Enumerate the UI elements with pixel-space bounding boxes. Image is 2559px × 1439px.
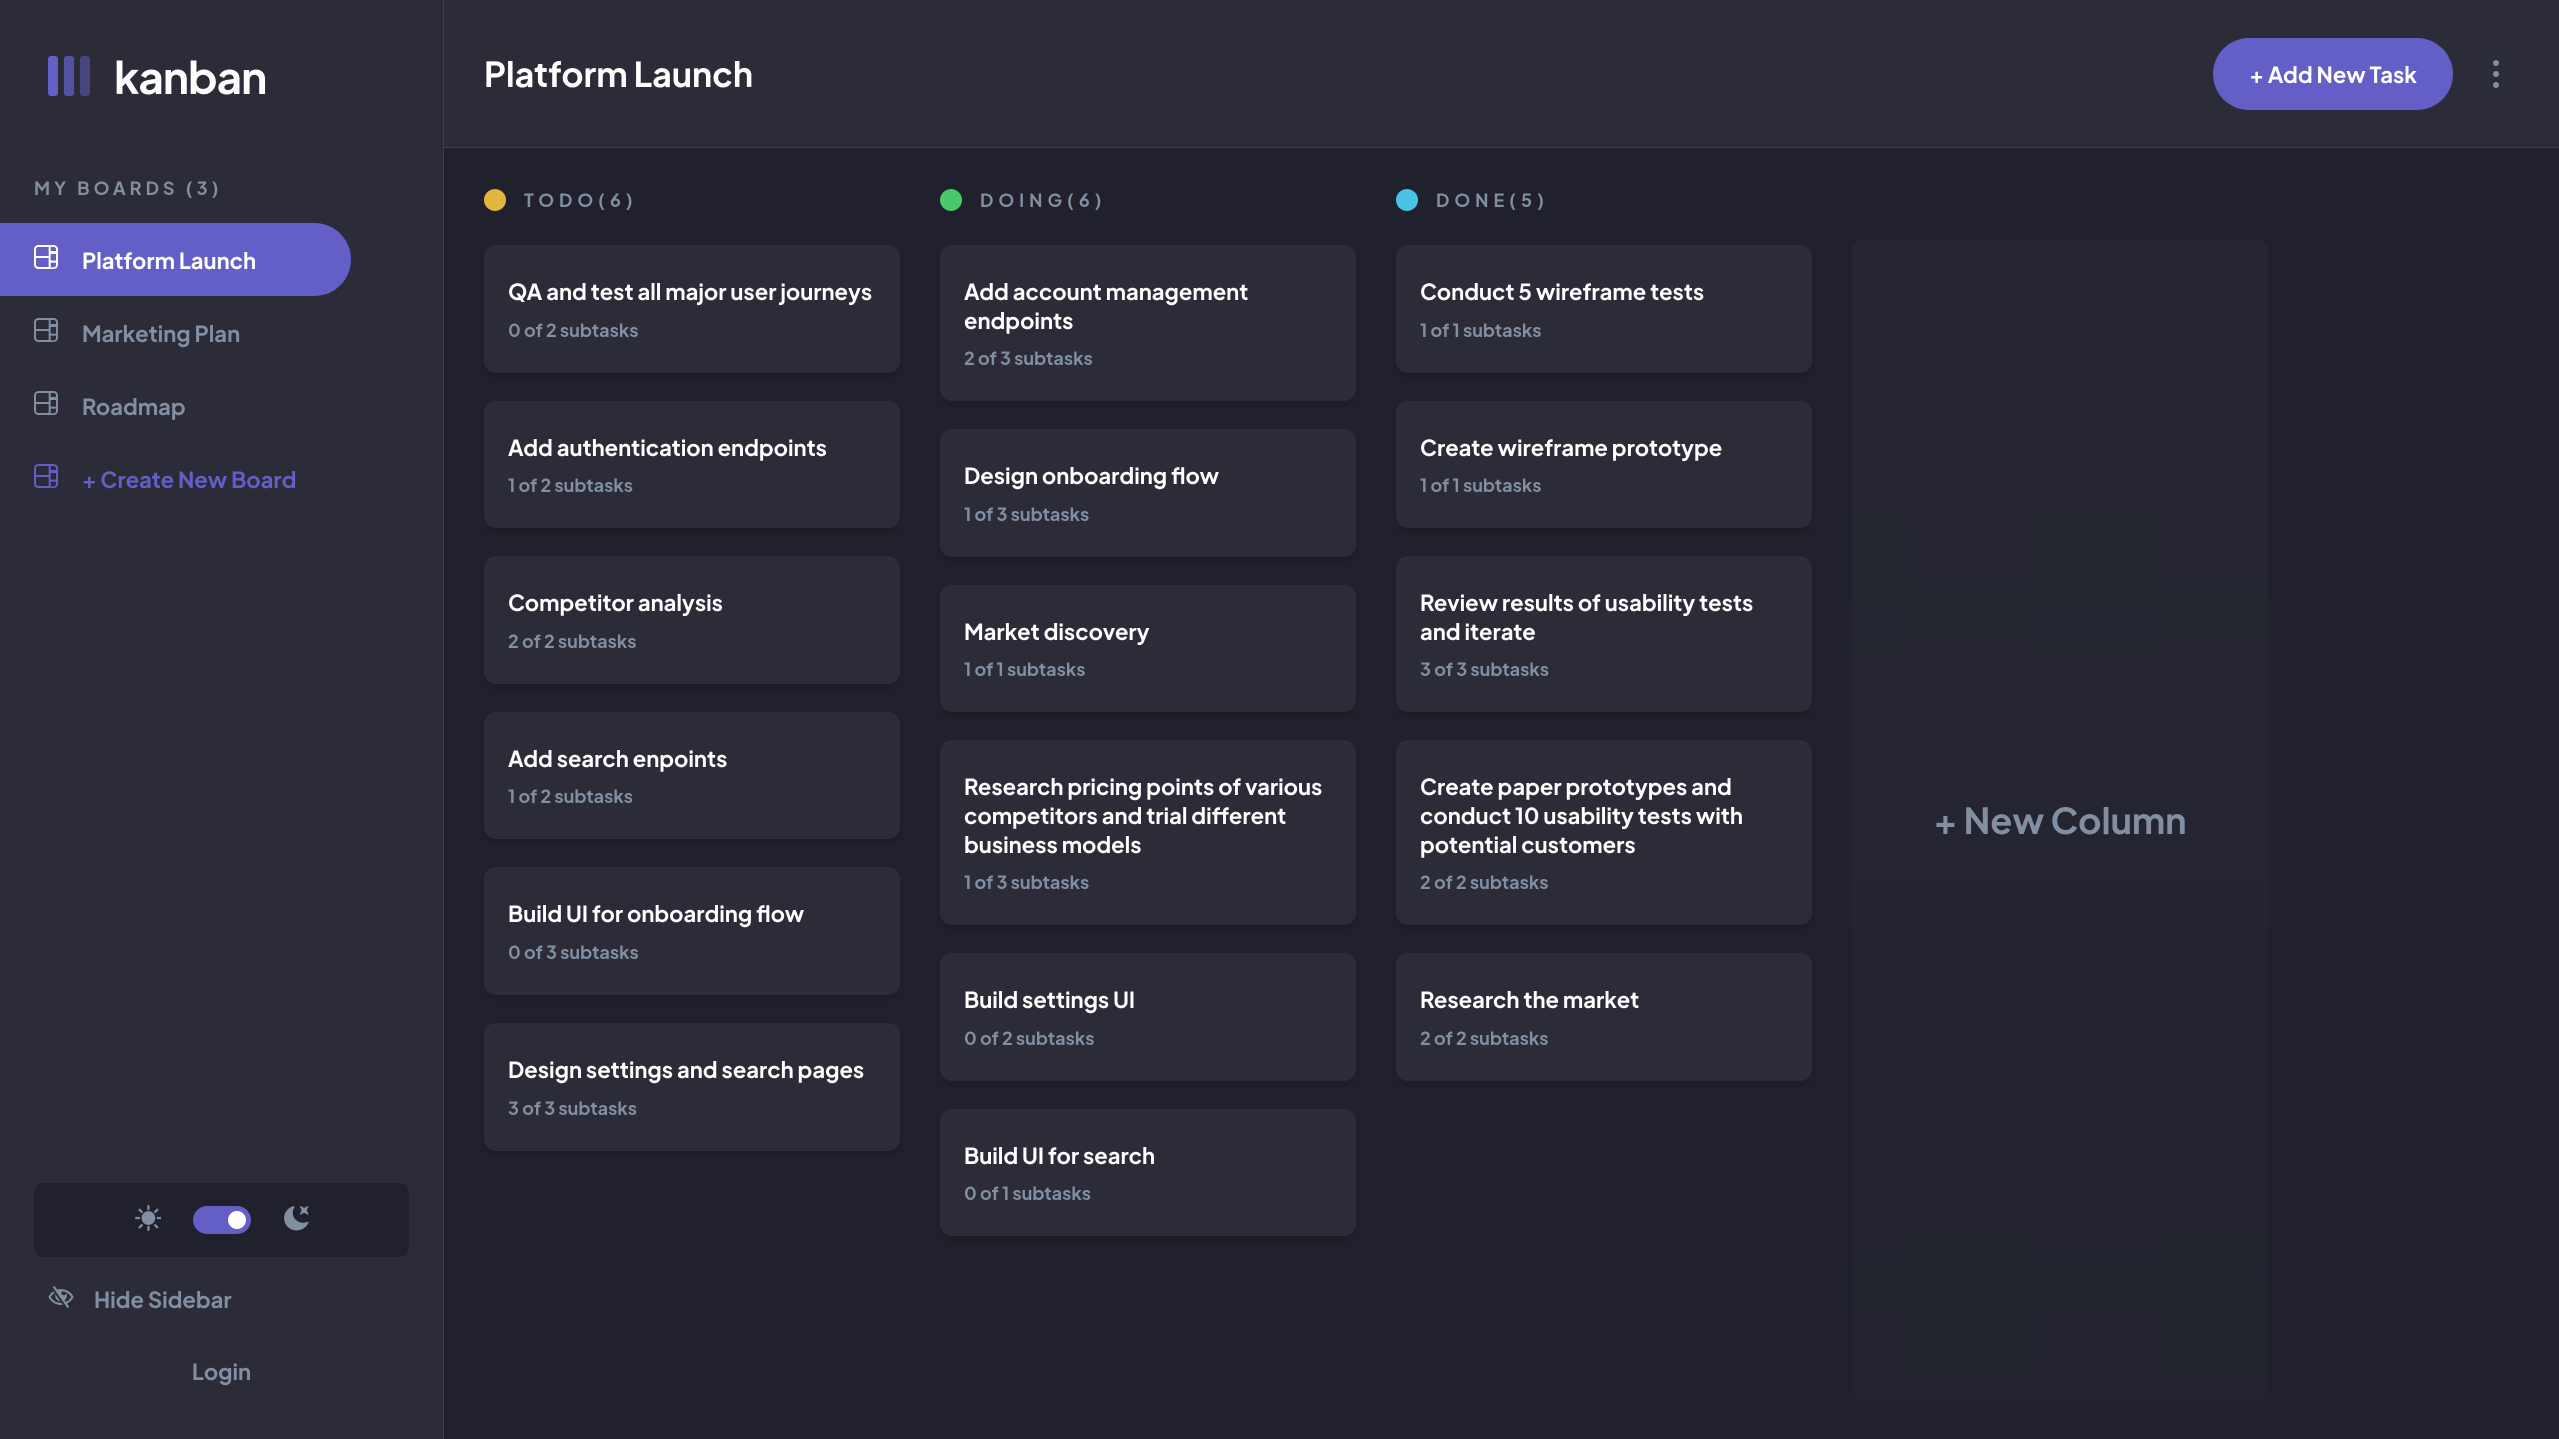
create-new-board-button[interactable]: + Create New Board <box>0 442 351 515</box>
task-title: Build settings UI <box>964 985 1332 1014</box>
column-dot-icon <box>940 189 962 211</box>
task-title: Design settings and search pages <box>508 1055 876 1084</box>
task-card[interactable]: Build UI for search 0 of 1 subtasks <box>940 1109 1356 1237</box>
task-title: Add search enpoints <box>508 744 876 773</box>
task-subtasks: 2 of 2 subtasks <box>1420 870 1788 893</box>
login-link[interactable]: Login <box>34 1357 409 1385</box>
hide-sidebar-label: Hide Sidebar <box>94 1285 232 1313</box>
task-subtasks: 1 of 1 subtasks <box>1420 318 1788 341</box>
task-subtasks: 1 of 3 subtasks <box>964 870 1332 893</box>
add-task-button[interactable]: + Add New Task <box>2213 38 2453 110</box>
task-card[interactable]: Market discovery 1 of 1 subtasks <box>940 585 1356 713</box>
sidebar-item-label: Roadmap <box>82 392 186 420</box>
new-column-button[interactable]: + New Column <box>1852 240 2268 1399</box>
create-board-label: + Create New Board <box>82 465 296 493</box>
board-icon <box>34 245 58 274</box>
theme-toggle <box>34 1183 409 1257</box>
sidebar-item-platform-launch[interactable]: Platform Launch <box>0 223 351 296</box>
task-subtasks: 0 of 2 subtasks <box>508 318 876 341</box>
task-title: Create paper prototypes and conduct 10 u… <box>1420 772 1788 858</box>
column-title: DONE(5) <box>1436 188 1549 211</box>
task-title: Build UI for search <box>964 1141 1332 1170</box>
task-card[interactable]: Build UI for onboarding flow 0 of 3 subta… <box>484 867 900 995</box>
task-card[interactable]: Add authentication endpoints 1 of 2 subta… <box>484 401 900 529</box>
task-title: QA and test all major user journeys <box>508 277 876 306</box>
board-icon <box>34 391 58 420</box>
sidebar-item-label: Marketing Plan <box>82 319 240 347</box>
column-doing: DOING(6) Add account management endpoints… <box>940 188 1356 1399</box>
hide-sidebar-button[interactable]: Hide Sidebar <box>34 1285 409 1313</box>
column-dot-icon <box>484 189 506 211</box>
task-subtasks: 2 of 2 subtasks <box>508 629 876 652</box>
column-title: TODO(6) <box>524 188 638 211</box>
moon-icon <box>283 1205 309 1235</box>
column-todo: TODO(6) QA and test all major user journe… <box>484 188 900 1399</box>
eye-off-icon <box>48 1285 74 1313</box>
sun-icon <box>135 1205 161 1235</box>
task-card[interactable]: Research the market 2 of 2 subtasks <box>1396 953 1812 1081</box>
board-list: Platform Launch Marketing Plan Roadmap +… <box>0 223 443 515</box>
logo: kanban <box>0 0 443 104</box>
boards-heading: MY BOARDS (3) <box>34 176 443 199</box>
board: TODO(6) QA and test all major user journe… <box>444 148 2559 1439</box>
task-subtasks: 1 of 3 subtasks <box>964 502 1332 525</box>
toggle-knob <box>228 1211 246 1229</box>
task-subtasks: 2 of 2 subtasks <box>1420 1026 1788 1049</box>
task-subtasks: 3 of 3 subtasks <box>1420 657 1788 680</box>
task-title: Build UI for onboarding flow <box>508 899 876 928</box>
board-icon <box>34 464 58 493</box>
task-subtasks: 1 of 1 subtasks <box>964 657 1332 680</box>
task-card[interactable]: Create wireframe prototype 1 of 1 subtask… <box>1396 401 1812 529</box>
task-title: Research the market <box>1420 985 1788 1014</box>
task-subtasks: 0 of 1 subtasks <box>964 1181 1332 1204</box>
task-subtasks: 0 of 3 subtasks <box>508 940 876 963</box>
task-title: Add authentication endpoints <box>508 433 876 462</box>
board-icon <box>34 318 58 347</box>
main: Platform Launch + Add New Task TODO(6) QA… <box>444 0 2559 1439</box>
task-title: Conduct 5 wireframe tests <box>1420 277 1788 306</box>
task-card[interactable]: Conduct 5 wireframe tests 1 of 1 subtasks <box>1396 245 1812 373</box>
logo-icon <box>48 56 90 96</box>
column-dot-icon <box>1396 189 1418 211</box>
sidebar-item-marketing-plan[interactable]: Marketing Plan <box>0 296 351 369</box>
task-subtasks: 1 of 2 subtasks <box>508 473 876 496</box>
app-name: kanban <box>114 48 266 104</box>
task-title: Competitor analysis <box>508 588 876 617</box>
task-card[interactable]: Add search enpoints 1 of 2 subtasks <box>484 712 900 840</box>
task-card[interactable]: Research pricing points of various compe… <box>940 740 1356 925</box>
task-title: Research pricing points of various compe… <box>964 772 1332 858</box>
task-title: Market discovery <box>964 617 1332 646</box>
column-done: DONE(5) Conduct 5 wireframe tests 1 of 1 s… <box>1396 188 1812 1399</box>
task-card[interactable]: Add account management endpoints 2 of 3 s… <box>940 245 1356 401</box>
task-card[interactable]: Design settings and search pages 3 of 3 s… <box>484 1023 900 1151</box>
theme-switch[interactable] <box>193 1206 251 1234</box>
task-title: Design onboarding flow <box>964 461 1332 490</box>
task-subtasks: 3 of 3 subtasks <box>508 1096 876 1119</box>
task-subtasks: 1 of 2 subtasks <box>508 784 876 807</box>
task-subtasks: 2 of 3 subtasks <box>964 346 1332 369</box>
task-subtasks: 0 of 2 subtasks <box>964 1026 1332 1049</box>
kebab-menu-button[interactable] <box>2483 50 2509 98</box>
task-title: Review results of usability tests and it… <box>1420 588 1788 645</box>
task-card[interactable]: Create paper prototypes and conduct 10 u… <box>1396 740 1812 925</box>
task-card[interactable]: Review results of usability tests and it… <box>1396 556 1812 712</box>
header: Platform Launch + Add New Task <box>444 0 2559 148</box>
column-title: DOING(6) <box>980 188 1107 211</box>
sidebar: kanban MY BOARDS (3) Platform Launch Mar… <box>0 0 444 1439</box>
task-card[interactable]: Design onboarding flow 1 of 3 subtasks <box>940 429 1356 557</box>
task-card[interactable]: QA and test all major user journeys 0 of … <box>484 245 900 373</box>
task-subtasks: 1 of 1 subtasks <box>1420 473 1788 496</box>
task-card[interactable]: Competitor analysis 2 of 2 subtasks <box>484 556 900 684</box>
task-card[interactable]: Build settings UI 0 of 2 subtasks <box>940 953 1356 1081</box>
task-title: Create wireframe prototype <box>1420 433 1788 462</box>
task-title: Add account management endpoints <box>964 277 1332 334</box>
sidebar-item-label: Platform Launch <box>82 246 256 274</box>
page-title: Platform Launch <box>484 52 753 95</box>
sidebar-item-roadmap[interactable]: Roadmap <box>0 369 351 442</box>
